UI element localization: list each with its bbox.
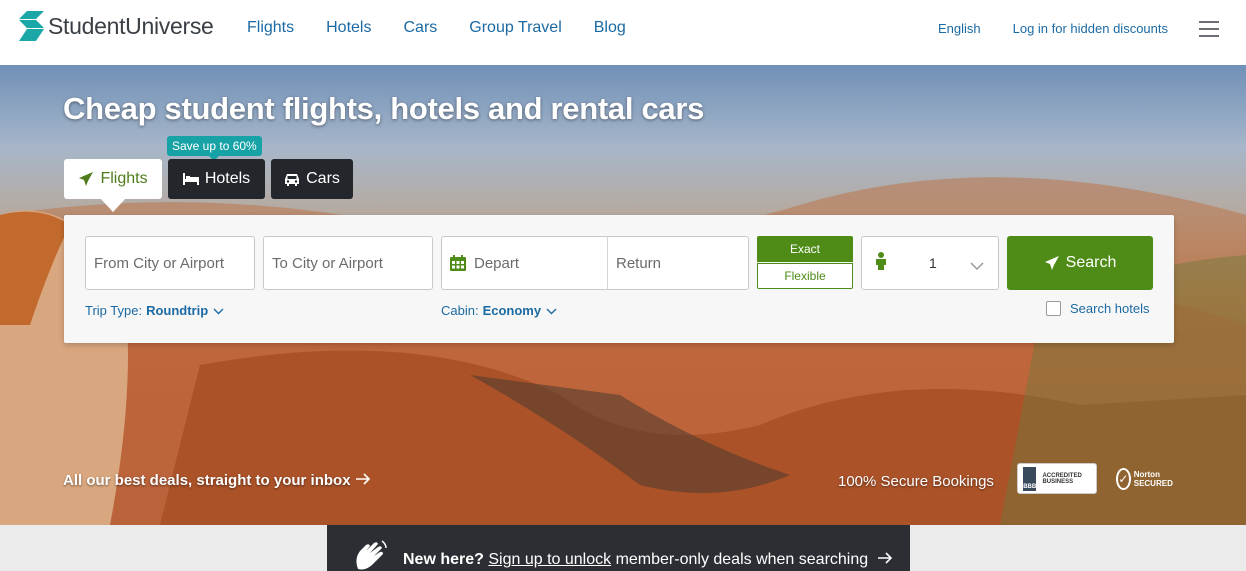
- trip-type-value: Roundtrip: [146, 303, 209, 318]
- bbb-badge-text: ACCREDITED BUSINESS: [1042, 472, 1082, 485]
- hamburger-menu-icon[interactable]: [1199, 21, 1219, 37]
- trip-type-label: Trip Type:: [85, 303, 143, 318]
- newsletter-link[interactable]: All our best deals, straight to your inb…: [63, 472, 371, 489]
- calendar-icon: [450, 255, 466, 271]
- date-range-field: Depart Return: [441, 236, 749, 290]
- search-hotels-checkbox[interactable]: [1046, 301, 1061, 316]
- language-link[interactable]: English: [938, 21, 981, 36]
- hero-section: Cheap student flights, hotels and rental…: [0, 65, 1246, 525]
- to-airport-placeholder: To City or Airport: [272, 254, 383, 272]
- signup-banner-area: New here? Sign up to unlock member-only …: [0, 525, 1246, 571]
- brand-logo[interactable]: StudentUniverse: [19, 11, 214, 41]
- signup-rest-text: member-only deals when searching: [615, 551, 869, 568]
- signup-bold-text: New here?: [403, 551, 484, 568]
- chevron-down-icon: [213, 303, 224, 318]
- newsletter-link-text: All our best deals, straight to your inb…: [63, 472, 351, 489]
- signup-banner: New here? Sign up to unlock member-only …: [327, 525, 910, 571]
- site-header: StudentUniverse Flights Hotels Cars Grou…: [0, 0, 1246, 65]
- passenger-select[interactable]: 1: [861, 236, 999, 290]
- search-button[interactable]: Search: [1007, 236, 1153, 290]
- checkmark-icon: ✓: [1116, 468, 1131, 490]
- plane-icon: [1044, 255, 1060, 271]
- car-icon: [284, 173, 300, 186]
- bed-icon: [182, 173, 199, 185]
- from-airport-input[interactable]: From City or Airport: [85, 236, 255, 290]
- arrow-right-icon: [355, 472, 371, 489]
- tab-cars[interactable]: Cars: [271, 159, 353, 199]
- chevron-down-icon: [546, 303, 557, 318]
- norton-secured-badge: ✓ Norton SECURED: [1116, 463, 1174, 495]
- tab-flights[interactable]: Flights: [64, 159, 162, 199]
- tab-hotels-label: Hotels: [204, 170, 251, 187]
- plane-icon: [78, 171, 94, 187]
- cabin-value: Economy: [482, 303, 542, 318]
- exact-dates-toggle[interactable]: Exact: [757, 236, 853, 262]
- logo-mark-icon: [19, 11, 44, 41]
- cabin-label: Cabin:: [441, 303, 479, 318]
- nav-cars[interactable]: Cars: [403, 19, 437, 37]
- passenger-count: 1: [929, 255, 937, 271]
- secure-bookings-text: 100% Secure Bookings: [838, 473, 994, 490]
- return-date-input[interactable]: Return: [608, 255, 661, 272]
- active-tab-pointer: [100, 198, 126, 212]
- trip-type-dropdown[interactable]: Trip Type: Roundtrip: [85, 303, 224, 318]
- bbb-logo-icon: BBB: [1023, 466, 1037, 491]
- bbb-accredited-badge: BBB ACCREDITED BUSINESS: [1017, 463, 1097, 494]
- person-icon: [874, 252, 888, 274]
- nav-hotels[interactable]: Hotels: [326, 19, 371, 37]
- waving-hand-icon: [352, 539, 388, 571]
- from-airport-placeholder: From City or Airport: [94, 254, 225, 272]
- search-hotels-label: Search hotels: [1070, 301, 1150, 316]
- to-airport-input[interactable]: To City or Airport: [263, 236, 433, 290]
- nav-blog[interactable]: Blog: [594, 19, 626, 37]
- search-hotels-option[interactable]: Search hotels: [1046, 301, 1150, 316]
- main-nav: Flights Hotels Cars Group Travel Blog: [247, 19, 658, 37]
- signup-link[interactable]: Sign up to unlock: [488, 551, 611, 568]
- cabin-dropdown[interactable]: Cabin: Economy: [441, 303, 557, 318]
- tab-hotels[interactable]: Hotels: [168, 159, 265, 199]
- tab-flights-label: Flights: [100, 170, 148, 187]
- hero-title: Cheap student flights, hotels and rental…: [63, 91, 705, 126]
- nav-group-travel[interactable]: Group Travel: [469, 19, 561, 37]
- flight-search-panel: From City or Airport To City or Airport …: [64, 215, 1174, 343]
- norton-badge-text: Norton SECURED: [1133, 470, 1173, 488]
- brand-name: StudentUniverse: [48, 12, 214, 39]
- search-button-label: Search: [1065, 254, 1117, 271]
- signup-message: New here? Sign up to unlock member-only …: [403, 551, 893, 569]
- promo-badge: Save up to 60%: [167, 136, 262, 161]
- return-placeholder: Return: [616, 254, 662, 272]
- account-nav: English Log in for hidden discounts: [906, 21, 1168, 36]
- flexible-dates-toggle[interactable]: Flexible: [757, 263, 853, 289]
- depart-date-input[interactable]: Depart: [442, 237, 608, 289]
- tab-cars-label: Cars: [306, 170, 340, 187]
- nav-flights[interactable]: Flights: [247, 19, 294, 37]
- chevron-down-icon: [970, 257, 984, 274]
- depart-placeholder: Depart: [474, 254, 520, 272]
- login-link[interactable]: Log in for hidden discounts: [1013, 21, 1168, 36]
- arrow-right-icon: [877, 551, 893, 568]
